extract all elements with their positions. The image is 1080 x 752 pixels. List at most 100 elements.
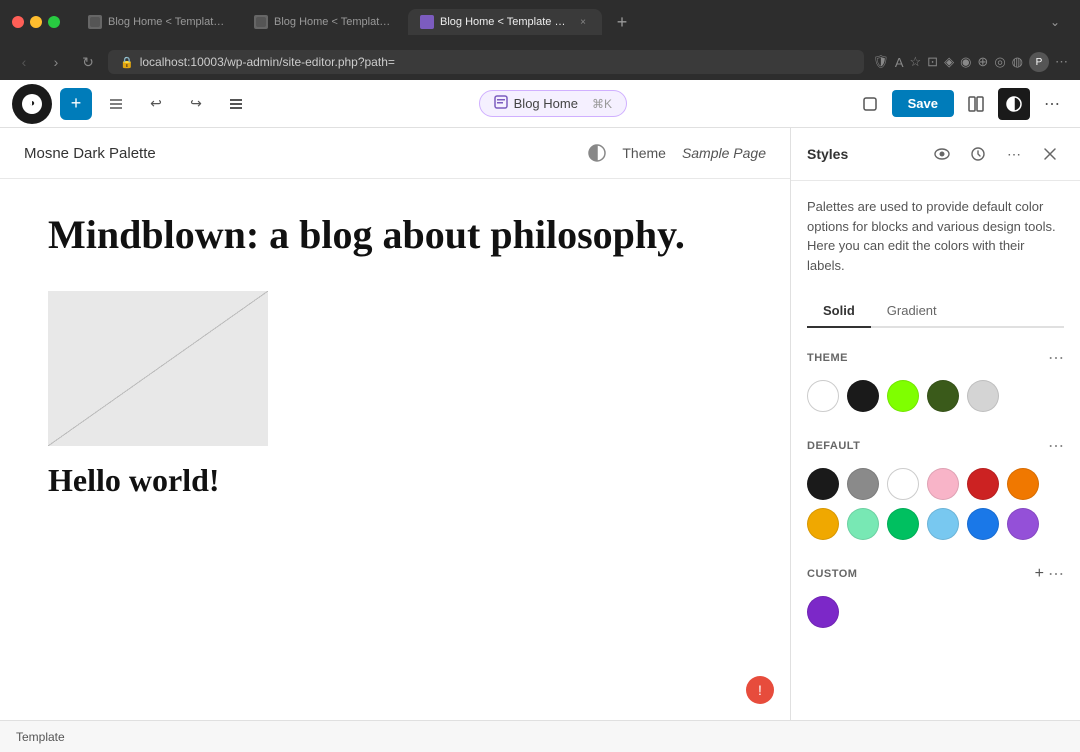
breadcrumb-label: Blog Home [514, 96, 578, 111]
layout-button[interactable] [960, 88, 992, 120]
site-nav-links: Theme Sample Page [588, 144, 766, 162]
tab-label-1: Blog Home < Template < M [108, 16, 228, 28]
more-options-button[interactable]: ⋯ [1036, 88, 1068, 120]
profile-icon[interactable]: P [1029, 52, 1049, 72]
styles-history-button[interactable] [964, 140, 992, 168]
wp-logo-inner: ◑ [22, 94, 42, 114]
menu-dots-icon[interactable]: ⋯ [1055, 54, 1068, 70]
save-button[interactable]: Save [892, 90, 954, 117]
styles-close-button[interactable] [1036, 140, 1064, 168]
tools-button[interactable] [100, 88, 132, 120]
default-section-header: DEFAULT ⋯ [807, 436, 1064, 456]
tabs-bar: Blog Home < Template < M Blog Home < Tem… [68, 8, 1068, 36]
traffic-light-green[interactable] [48, 16, 60, 28]
extension-icon-3: ◉ [960, 54, 971, 70]
style-toggle-button[interactable] [998, 88, 1030, 120]
theme-section-menu[interactable]: ⋯ [1048, 348, 1064, 368]
traffic-lights [12, 16, 60, 28]
color-swatch-lime[interactable] [887, 380, 919, 412]
canvas-content: Mindblown: a blog about philosophy. Hell… [0, 179, 790, 531]
tab-favicon-3 [420, 15, 434, 29]
color-swatch-pink[interactable] [927, 468, 959, 500]
traffic-light-yellow[interactable] [30, 16, 42, 28]
redo-button[interactable]: ↪ [180, 88, 212, 120]
list-view-button[interactable] [220, 88, 252, 120]
default-section-menu[interactable]: ⋯ [1048, 436, 1064, 456]
styles-more-button[interactable]: ⋯ [1000, 140, 1028, 168]
color-swatch-dark-green[interactable] [927, 380, 959, 412]
tab-gradient[interactable]: Gradient [871, 295, 953, 328]
toolbar-right: Save ⋯ [854, 88, 1068, 120]
extension-icon-2: ◈ [944, 54, 954, 70]
tab-close-3[interactable]: × [576, 15, 590, 29]
panel-title: Styles [807, 146, 920, 162]
browser-chrome: Blog Home < Template < M Blog Home < Tem… [0, 0, 1080, 80]
blog-title: Mindblown: a blog about philosophy. [48, 211, 742, 259]
extension-icon-1: ⊡ [927, 54, 938, 70]
theme-colors-grid [807, 380, 1064, 412]
sample-page-link[interactable]: Sample Page [682, 145, 766, 161]
default-colors-grid [807, 468, 1064, 540]
browser-tab-1[interactable]: Blog Home < Template < M [76, 9, 240, 35]
theme-icon [588, 144, 606, 162]
back-button[interactable]: ‹ [12, 50, 36, 74]
panel-body: Palettes are used to provide default col… [791, 181, 1080, 720]
wp-logo[interactable]: ◑ [12, 84, 52, 124]
color-swatch-def-white[interactable] [887, 468, 919, 500]
bookmark-icon: ☆ [910, 54, 922, 70]
custom-section-menu[interactable]: ⋯ [1048, 564, 1064, 584]
color-tabs: Solid Gradient [807, 295, 1064, 328]
color-swatch-mint[interactable] [847, 508, 879, 540]
browser-tab-3[interactable]: Blog Home < Template < M × [408, 9, 602, 35]
color-swatch-orange[interactable] [1007, 468, 1039, 500]
breadcrumb-shortcut: ⌘K [592, 97, 612, 111]
view-button[interactable] [854, 88, 886, 120]
color-swatch-red[interactable] [967, 468, 999, 500]
custom-section-add[interactable]: + [1035, 565, 1044, 583]
tab-label-2: Blog Home < Template < M [274, 16, 394, 28]
color-swatch-yellow[interactable] [807, 508, 839, 540]
styles-eye-button[interactable] [928, 140, 956, 168]
address-input-field[interactable]: 🔒 localhost:10003/wp-admin/site-editor.p… [108, 50, 864, 74]
color-swatch-sky[interactable] [927, 508, 959, 540]
shield-icon: 🛡 [872, 54, 889, 70]
theme-section-header: THEME ⋯ [807, 348, 1064, 368]
styles-panel: Styles ⋯ Palettes are used to provide de… [790, 128, 1080, 720]
extension-icon-6: ◍ [1012, 54, 1023, 70]
forward-button[interactable]: › [44, 50, 68, 74]
extension-icon-4: ⊕ [977, 54, 988, 70]
tab-solid[interactable]: Solid [807, 295, 871, 328]
color-swatch-green[interactable] [887, 508, 919, 540]
theme-color-section: THEME ⋯ [807, 348, 1064, 412]
panel-header: Styles ⋯ [791, 128, 1080, 181]
tab-add-button[interactable]: + [608, 8, 636, 36]
undo-button[interactable]: ↩ [140, 88, 172, 120]
address-bar: ‹ › ↻ 🔒 localhost:10003/wp-admin/site-ed… [0, 44, 1080, 80]
address-text: localhost:10003/wp-admin/site-editor.php… [140, 55, 395, 69]
color-swatch-blue[interactable] [967, 508, 999, 540]
color-swatch-custom-purple[interactable] [807, 596, 839, 628]
theme-link[interactable]: Theme [622, 145, 666, 161]
post-title: Hello world! [48, 462, 742, 499]
tab-overflow-chevron[interactable]: ⌄ [1050, 15, 1060, 29]
template-label: Template [16, 730, 65, 744]
wp-admin-bar: ◑ + ↩ ↪ Blog Home ⌘K Save ⋯ [0, 80, 1080, 128]
traffic-light-red[interactable] [12, 16, 24, 28]
lock-icon: 🔒 [120, 56, 134, 69]
custom-section-header: CUSTOM + ⋯ [807, 564, 1064, 584]
breadcrumb-pill[interactable]: Blog Home ⌘K [479, 90, 627, 117]
default-color-section: DEFAULT ⋯ [807, 436, 1064, 540]
color-swatch-def-black[interactable] [807, 468, 839, 500]
color-swatch-purple[interactable] [1007, 508, 1039, 540]
add-block-button[interactable]: + [60, 88, 92, 120]
browser-tab-2[interactable]: Blog Home < Template < M [242, 9, 406, 35]
address-icons: 🛡 A ☆ ⊡ ◈ ◉ ⊕ ◎ ◍ P ⋯ [872, 52, 1068, 72]
default-section-title: DEFAULT [807, 440, 1048, 452]
reload-button[interactable]: ↻ [76, 50, 100, 74]
color-swatch-light-gray[interactable] [967, 380, 999, 412]
bottom-bar: Template [0, 720, 1080, 752]
error-badge[interactable]: ! [746, 676, 774, 704]
color-swatch-white[interactable] [807, 380, 839, 412]
color-swatch-gray[interactable] [847, 468, 879, 500]
color-swatch-black[interactable] [847, 380, 879, 412]
